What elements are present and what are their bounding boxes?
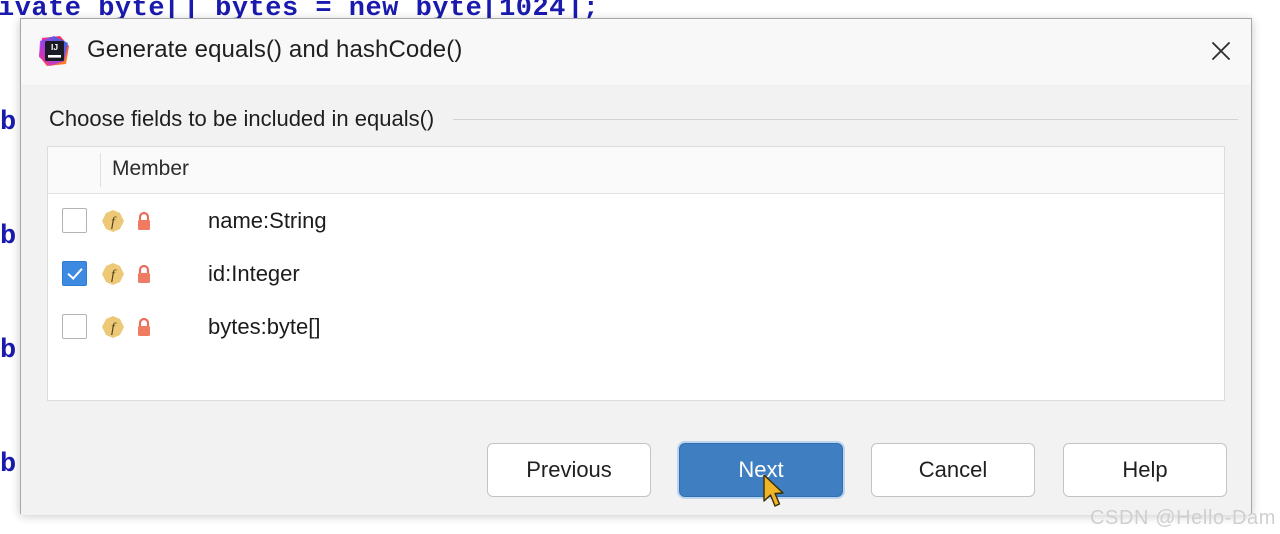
- member-table: Member f name:String f id:Integer f byte…: [47, 146, 1225, 401]
- row-icons: f: [100, 208, 170, 234]
- intellij-idea-icon: IJ: [38, 35, 70, 67]
- generate-equals-hashcode-dialog: IJ Generate equals() and hashCode() Choo…: [20, 18, 1252, 515]
- table-row[interactable]: f id:Integer: [48, 247, 1224, 300]
- private-lock-icon: [138, 211, 150, 230]
- table-row[interactable]: f bytes:byte[]: [48, 300, 1224, 353]
- dialog-title: Generate equals() and hashCode(): [87, 36, 463, 63]
- svg-text:IJ: IJ: [51, 42, 58, 52]
- row-icons: f: [100, 261, 170, 287]
- member-name: bytes:byte[]: [208, 313, 321, 339]
- table-row[interactable]: f name:String: [48, 194, 1224, 247]
- section-label: Choose fields to be included in equals(): [49, 106, 435, 131]
- close-icon[interactable]: [1197, 28, 1245, 74]
- help-button[interactable]: Help: [1063, 443, 1227, 497]
- column-divider: [100, 153, 101, 187]
- table-header-row: Member: [48, 147, 1224, 194]
- member-name: id:Integer: [208, 260, 300, 286]
- member-checkbox[interactable]: [61, 261, 87, 286]
- row-checkbox-cell[interactable]: [48, 261, 100, 286]
- code-gutter-char: b: [0, 222, 17, 252]
- row-icons: f: [100, 314, 170, 340]
- code-gutter-char: b: [0, 450, 17, 480]
- code-gutter-char: b: [0, 108, 17, 138]
- column-header-member: Member: [112, 157, 190, 180]
- member-name: name:String: [208, 207, 327, 233]
- member-checkbox[interactable]: [61, 208, 87, 233]
- previous-button[interactable]: Previous: [487, 443, 651, 497]
- code-gutter-char: b: [0, 336, 17, 366]
- section-separator: [453, 118, 1238, 120]
- row-checkbox-cell[interactable]: [48, 314, 100, 339]
- private-lock-icon: [138, 317, 150, 336]
- cancel-button[interactable]: Cancel: [871, 443, 1035, 497]
- field-icon: f: [102, 209, 124, 232]
- private-lock-icon: [138, 264, 150, 283]
- field-icon: f: [102, 315, 124, 338]
- member-checkbox[interactable]: [61, 314, 87, 339]
- dialog-button-bar: Previous Next Cancel Help: [487, 443, 1227, 497]
- row-checkbox-cell[interactable]: [48, 208, 100, 233]
- dialog-body: Choose fields to be included in equals()…: [21, 86, 1251, 515]
- dialog-titlebar: IJ Generate equals() and hashCode(): [21, 19, 1251, 86]
- section-header: Choose fields to be included in equals(): [21, 106, 1251, 132]
- next-button[interactable]: Next: [679, 443, 843, 497]
- field-icon: f: [102, 262, 124, 285]
- watermark: CSDN @Hello-Dam: [1090, 507, 1276, 529]
